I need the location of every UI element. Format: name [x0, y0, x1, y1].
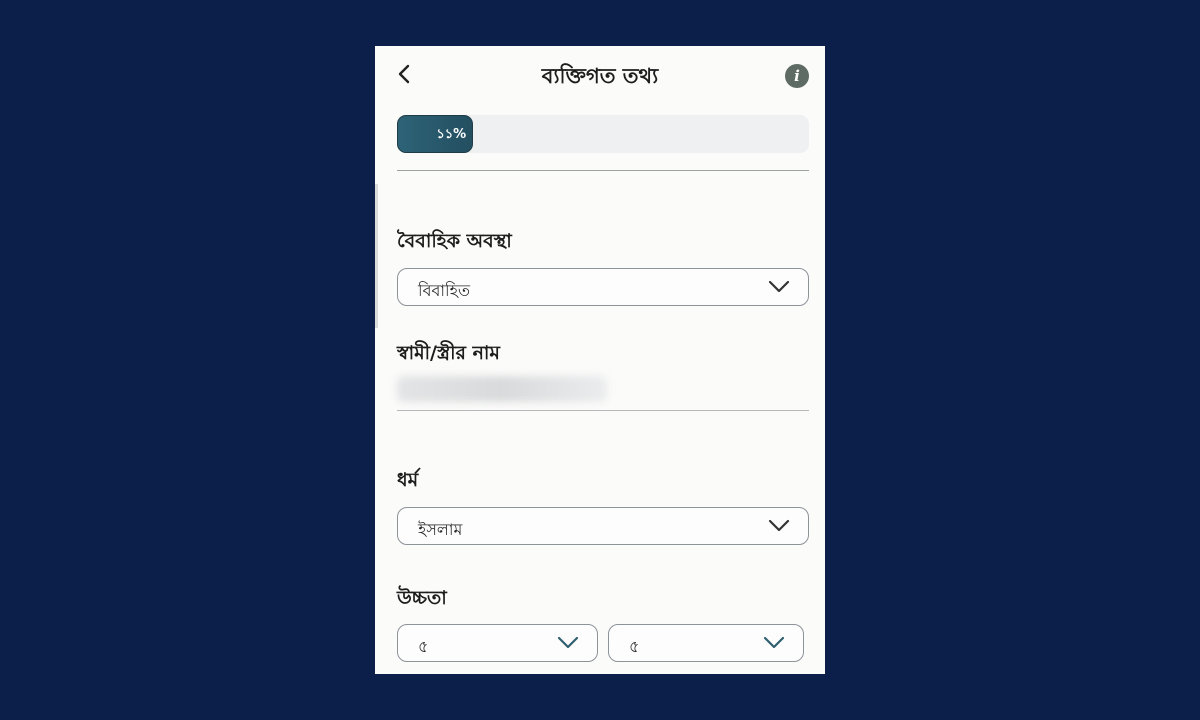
- height-feet-value: ৫: [418, 637, 429, 656]
- progress-label: ১১%: [436, 127, 467, 142]
- spouse-name-value-blurred: [397, 376, 607, 402]
- religion-label: ধর্ম: [397, 469, 419, 491]
- scroll-indicator: [375, 184, 378, 328]
- divider: [397, 170, 809, 171]
- height-inches-value: ৫: [629, 637, 640, 656]
- page-title: ব্যক্তিগত তথ্য: [541, 64, 659, 88]
- header: ব্যক্তিগত তথ্য i: [375, 46, 825, 106]
- chevron-down-icon: [557, 636, 579, 649]
- religion-select[interactable]: ইসলাম: [397, 507, 809, 545]
- chevron-down-icon: [763, 636, 785, 649]
- progress-fill: ১১%: [397, 115, 474, 153]
- marital-status-value: বিবাহিত: [418, 281, 471, 300]
- spouse-name-input[interactable]: [397, 368, 809, 411]
- spouse-name-label: স্বামী/স্ত্রীর নাম: [397, 342, 500, 364]
- height-label: উচ্চতা: [397, 587, 447, 609]
- info-button[interactable]: i: [785, 64, 809, 88]
- height-feet-select[interactable]: ৫: [397, 624, 598, 662]
- app-screen: ব্যক্তিগত তথ্য i ১১% বৈবাহিক অবস্থা বিবা…: [375, 46, 825, 674]
- info-icon: i: [794, 67, 800, 85]
- chevron-down-icon: [768, 519, 790, 532]
- progress-bar: ১১%: [397, 115, 809, 153]
- marital-status-select[interactable]: বিবাহিত: [397, 268, 809, 306]
- religion-value: ইসলাম: [418, 520, 463, 539]
- chevron-down-icon: [768, 280, 790, 293]
- height-inches-select[interactable]: ৫: [608, 624, 804, 662]
- marital-status-label: বৈবাহিক অবস্থা: [397, 230, 512, 252]
